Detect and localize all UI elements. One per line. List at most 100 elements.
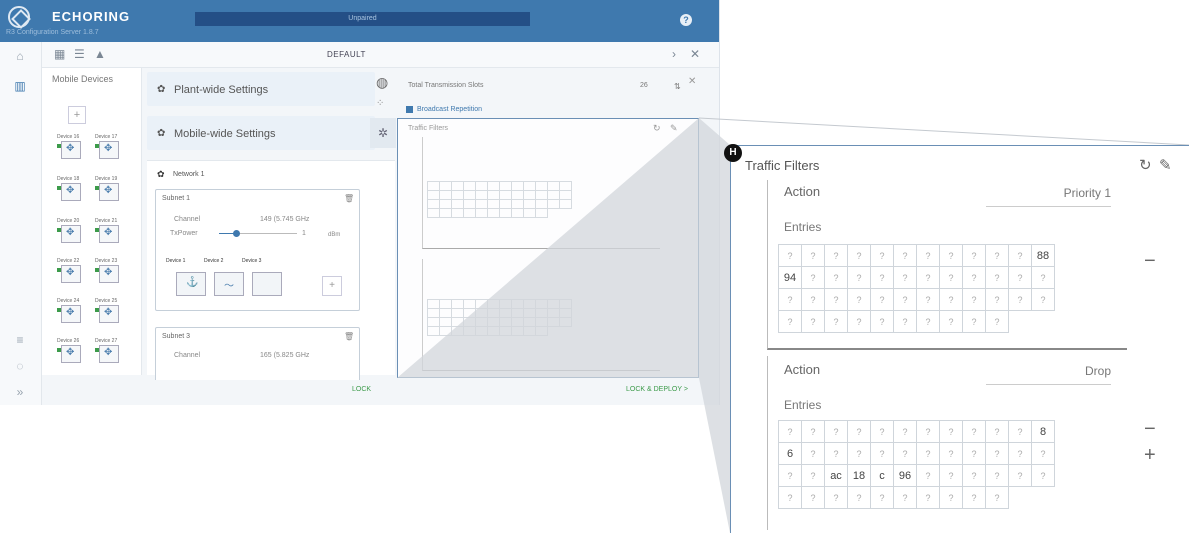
expand-icon[interactable]: » [12,384,28,400]
remove-filter-button[interactable]: − [1144,250,1156,273]
entry-cell[interactable]: ? [847,486,871,509]
device-tile[interactable]: Device 27 [95,338,135,363]
add-filter-button[interactable]: + [1144,444,1156,467]
entry-cell[interactable]: 96 [893,464,917,487]
entry-cell[interactable]: ? [1031,288,1055,311]
device-tile[interactable]: Device 23 [95,258,135,283]
entry-cell[interactable]: ? [824,310,848,333]
entry-cell[interactable]: ? [985,266,1009,289]
device-tile[interactable]: Device 16 [57,134,97,159]
entry-cell[interactable]: ? [985,464,1009,487]
device-tile[interactable]: Device 25 [95,298,135,323]
edit-icon[interactable]: ✎ [1159,156,1172,174]
refresh-icon[interactable]: ↻ [653,123,661,134]
channel-value[interactable]: 165 (5.825 GHz [260,352,309,359]
entry-cell[interactable]: ? [939,288,963,311]
entry-cell[interactable]: ? [778,464,802,487]
remove-filter-button[interactable]: − [1144,418,1156,441]
entry-cell[interactable]: ? [847,266,871,289]
entry-cell[interactable]: ac [824,464,848,487]
entry-cell[interactable]: ? [801,244,825,267]
entry-cell[interactable]: ? [893,442,917,465]
entry-cell[interactable]: ? [824,420,848,443]
entry-cell[interactable]: ? [1008,464,1032,487]
grid-view-icon[interactable]: ▦ [54,47,65,61]
entry-cell[interactable]: ? [801,464,825,487]
lock-button[interactable]: LOCK [352,386,371,393]
slots-value[interactable]: 26 [640,82,648,89]
entry-cell[interactable]: ? [801,420,825,443]
device-tile[interactable]: Device 24 [57,298,97,323]
entry-cell[interactable]: ? [1008,266,1032,289]
broadcast-checkbox[interactable] [406,106,413,113]
entry-cell[interactable]: c [870,464,894,487]
entry-cell[interactable]: ? [801,266,825,289]
entry-cell[interactable]: ? [985,288,1009,311]
entry-cell[interactable]: ? [985,310,1009,333]
entry-cell[interactable]: ? [916,266,940,289]
entry-cell[interactable]: ? [1008,244,1032,267]
action-select[interactable]: Priority 1 [986,186,1111,207]
entry-cell[interactable]: ? [1008,420,1032,443]
entry-cell[interactable]: ? [916,310,940,333]
entry-cell[interactable]: ? [778,244,802,267]
entry-cell[interactable]: ? [962,442,986,465]
entry-cell[interactable]: ? [939,310,963,333]
entry-cell[interactable]: ? [916,486,940,509]
entry-cell[interactable]: ? [893,266,917,289]
entry-cell[interactable]: ? [1031,442,1055,465]
entry-cell[interactable]: ? [778,486,802,509]
entry-cell[interactable]: ? [1031,464,1055,487]
entry-cell[interactable]: ? [847,244,871,267]
entry-cell[interactable]: ? [916,420,940,443]
channel-value[interactable]: 149 (5.745 GHz [260,216,309,223]
entry-cell[interactable]: ? [847,288,871,311]
entry-cell[interactable]: ? [962,420,986,443]
globe-icon[interactable]: ◍ [376,74,388,91]
device-tile[interactable]: Device 21 [95,218,135,243]
entry-cell[interactable]: ? [939,420,963,443]
entry-cell[interactable]: ? [1031,266,1055,289]
sort-icon[interactable]: ⇅ [674,82,681,91]
entry-cell[interactable]: ? [870,310,894,333]
entry-cell[interactable]: ? [870,486,894,509]
entry-cell[interactable]: ? [916,464,940,487]
entry-cell[interactable]: ? [801,288,825,311]
entry-cell[interactable]: ? [985,244,1009,267]
entry-cell[interactable]: ? [985,442,1009,465]
entry-cell[interactable]: ? [1008,288,1032,311]
entry-cell[interactable]: ? [893,244,917,267]
chevron-right-icon[interactable]: › [672,47,676,61]
entry-cell[interactable]: 94 [778,266,802,289]
delete-icon[interactable]: 🗑 [344,332,354,341]
refresh-icon[interactable]: ↻ [1139,156,1152,174]
entry-cell[interactable]: ? [847,310,871,333]
entry-cell[interactable]: ? [824,288,848,311]
entry-cell[interactable]: ? [939,464,963,487]
entry-cell[interactable]: ? [801,442,825,465]
mobile-wide-settings-card[interactable]: ✿ Mobile-wide Settings [147,116,375,150]
entry-cell[interactable]: ? [847,442,871,465]
entry-cell[interactable]: ? [916,288,940,311]
entry-cell[interactable]: 8 [1031,420,1055,443]
entry-cell[interactable]: ? [801,486,825,509]
entry-cell[interactable]: ? [824,244,848,267]
entry-cell[interactable]: ? [939,486,963,509]
entry-cell[interactable]: ? [962,244,986,267]
warning-icon[interactable]: ▲ [94,47,106,61]
entry-cell[interactable]: ? [870,442,894,465]
edit-icon[interactable]: ✎ [670,123,678,134]
entry-cell[interactable]: ? [939,442,963,465]
entry-cell[interactable]: ? [893,288,917,311]
entry-cell[interactable]: ? [870,266,894,289]
entry-cell[interactable]: ? [778,420,802,443]
entry-cell[interactable]: ? [778,310,802,333]
lightbulb-icon[interactable]: ◌ [12,358,28,374]
entry-cell[interactable]: ? [916,442,940,465]
entry-cell[interactable]: ? [870,244,894,267]
txpower-slider[interactable] [219,230,297,237]
list-view-icon[interactable]: ☰ [74,47,85,61]
entry-cell[interactable]: ? [985,420,1009,443]
home-icon[interactable]: ⌂ [12,48,28,64]
slider-handle[interactable] [233,230,240,237]
